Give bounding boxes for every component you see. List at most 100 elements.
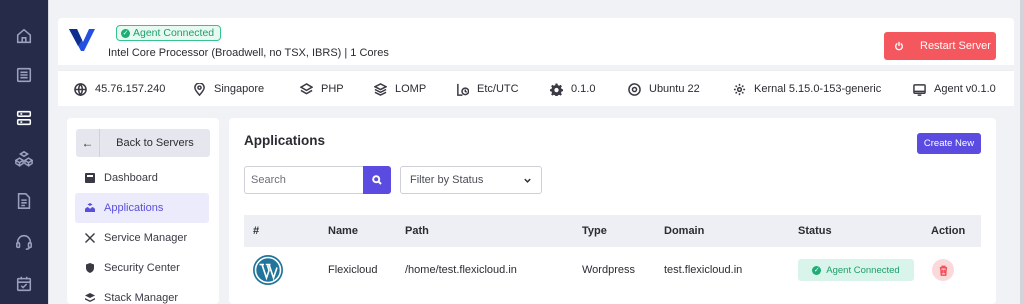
server-nav-card: ← Back to Servers Dashboard Applications… bbox=[67, 118, 219, 304]
restart-server-label: Restart Server bbox=[920, 40, 991, 52]
home-icon bbox=[16, 28, 32, 44]
nav-item-stack-manager[interactable]: Stack Manager bbox=[75, 283, 209, 304]
brand-logo-icon bbox=[69, 29, 95, 51]
window-edge bbox=[1020, 0, 1024, 304]
agent-status-text: Agent Connected bbox=[133, 27, 215, 39]
column-header-index: # bbox=[253, 225, 260, 237]
document-icon bbox=[17, 193, 31, 209]
applications-title: Applications bbox=[244, 133, 326, 148]
check-circle-icon: ✓ bbox=[121, 28, 130, 38]
info-ip-text: 45.76.157.240 bbox=[95, 83, 166, 95]
server-icon bbox=[16, 110, 32, 126]
power-icon bbox=[895, 41, 903, 51]
search-button[interactable] bbox=[363, 166, 391, 194]
nav-item-stack-manager-label: Stack Manager bbox=[104, 292, 178, 304]
list-icon bbox=[16, 67, 32, 83]
chevron-down-icon bbox=[524, 178, 531, 183]
search-input[interactable] bbox=[244, 166, 363, 194]
nav-item-service-manager-label: Service Manager bbox=[104, 232, 188, 244]
rail-apps[interactable] bbox=[0, 145, 48, 173]
agent-status-badge: ✓ Agent Connected bbox=[116, 25, 222, 41]
info-ip: 45.76.157.240 bbox=[74, 71, 165, 107]
nav-item-applications-label: Applications bbox=[104, 202, 164, 214]
rail-list[interactable] bbox=[0, 61, 48, 89]
status-filter-label: Filter by Status bbox=[410, 174, 484, 186]
server-info-bar: 45.76.157.240 Singapore PHP LOMP Etc/UTC… bbox=[58, 70, 1014, 106]
top-strip bbox=[49, 0, 1020, 8]
search-group bbox=[244, 166, 391, 194]
info-stack-text: LOMP bbox=[395, 83, 427, 95]
cog-icon bbox=[733, 83, 746, 95]
cubes-icon bbox=[15, 150, 33, 168]
layers-icon bbox=[300, 82, 313, 95]
check-circle-icon: ✓ bbox=[812, 265, 822, 275]
ubuntu-icon bbox=[628, 82, 641, 96]
column-header-name[interactable]: Name bbox=[328, 215, 358, 247]
rail-calendar[interactable] bbox=[0, 270, 48, 298]
restart-server-button[interactable]: Restart Server bbox=[884, 32, 996, 60]
info-kernel-text: Kernal 5.15.0-153-generic bbox=[754, 83, 882, 95]
trash-icon bbox=[939, 265, 947, 276]
tools-icon bbox=[85, 233, 95, 243]
column-header-type[interactable]: Type bbox=[582, 215, 607, 247]
apps-icon bbox=[85, 203, 95, 212]
info-version: 0.1.0 bbox=[550, 71, 595, 107]
cpu-info: Intel Core Processor (Broadwell, no TSX,… bbox=[108, 47, 389, 59]
arrow-left-icon: ← bbox=[76, 129, 100, 157]
app-name[interactable]: Flexicloud bbox=[328, 247, 378, 292]
nav-item-service-manager[interactable]: Service Manager bbox=[75, 223, 209, 253]
info-timezone: Etc/UTC bbox=[456, 71, 519, 107]
calendar-icon bbox=[16, 276, 32, 292]
server-header-card: ✓ Agent Connected Intel Core Processor (… bbox=[58, 18, 1014, 65]
monitor-icon bbox=[913, 83, 926, 96]
nav-item-security-center[interactable]: Security Center bbox=[75, 253, 209, 283]
nav-item-security-center-label: Security Center bbox=[104, 262, 180, 274]
stack-icon bbox=[85, 293, 95, 302]
app-status-text: Agent Connected bbox=[826, 264, 900, 276]
info-timezone-text: Etc/UTC bbox=[477, 83, 519, 95]
rail-support[interactable] bbox=[0, 228, 48, 256]
info-agent: Agent v0.1.0 bbox=[913, 71, 996, 107]
create-new-button[interactable]: Create New bbox=[917, 133, 981, 154]
dashboard-icon bbox=[85, 173, 95, 183]
info-location-text: Singapore bbox=[214, 83, 265, 95]
column-header-status[interactable]: Status bbox=[798, 215, 832, 247]
wordpress-icon bbox=[253, 255, 283, 285]
app-path: /home/test.flexicloud.in bbox=[405, 263, 517, 276]
rail-divider bbox=[48, 0, 49, 304]
table-header: # Name Path Type Domain Status Action bbox=[244, 215, 981, 247]
rail-servers[interactable] bbox=[0, 104, 48, 132]
rail-home[interactable] bbox=[0, 22, 48, 50]
info-os: Ubuntu 22 bbox=[628, 71, 700, 107]
column-header-domain[interactable]: Domain bbox=[664, 215, 704, 247]
back-to-servers-button[interactable]: ← Back to Servers bbox=[76, 129, 210, 157]
applications-card: Applications Create New Filter by Status… bbox=[229, 118, 996, 304]
timezone-icon bbox=[457, 83, 469, 96]
info-os-text: Ubuntu 22 bbox=[649, 83, 700, 95]
info-version-text: 0.1.0 bbox=[571, 83, 596, 95]
rail-docs[interactable] bbox=[0, 187, 48, 215]
search-icon bbox=[372, 175, 382, 185]
info-language-text: PHP bbox=[321, 83, 344, 95]
stack-layers-icon bbox=[374, 82, 387, 96]
nav-item-applications[interactable]: Applications bbox=[75, 193, 209, 223]
nav-item-dashboard[interactable]: Dashboard bbox=[75, 163, 209, 193]
map-pin-icon bbox=[194, 82, 205, 96]
back-to-servers-label: Back to Servers bbox=[116, 137, 194, 149]
gear-icon bbox=[550, 82, 563, 96]
headset-icon bbox=[16, 234, 32, 250]
column-header-path[interactable]: Path bbox=[405, 215, 429, 247]
left-rail bbox=[0, 0, 48, 304]
info-kernel: Kernal 5.15.0-153-generic bbox=[733, 71, 881, 107]
column-header-action: Action bbox=[931, 225, 966, 237]
app-status-badge: ✓ Agent Connected bbox=[798, 259, 914, 281]
info-location: Singapore bbox=[193, 71, 264, 107]
table-row[interactable]: Flexicloud /home/test.flexicloud.in Word… bbox=[244, 247, 981, 304]
globe-icon bbox=[74, 82, 87, 96]
nav-item-dashboard-label: Dashboard bbox=[104, 172, 158, 184]
delete-button[interactable] bbox=[932, 259, 954, 281]
status-filter-select[interactable]: Filter by Status bbox=[400, 166, 542, 194]
info-language: PHP bbox=[300, 71, 344, 107]
app-domain[interactable]: test.flexicloud.in bbox=[664, 247, 742, 292]
app-type: Wordpress bbox=[582, 263, 635, 276]
